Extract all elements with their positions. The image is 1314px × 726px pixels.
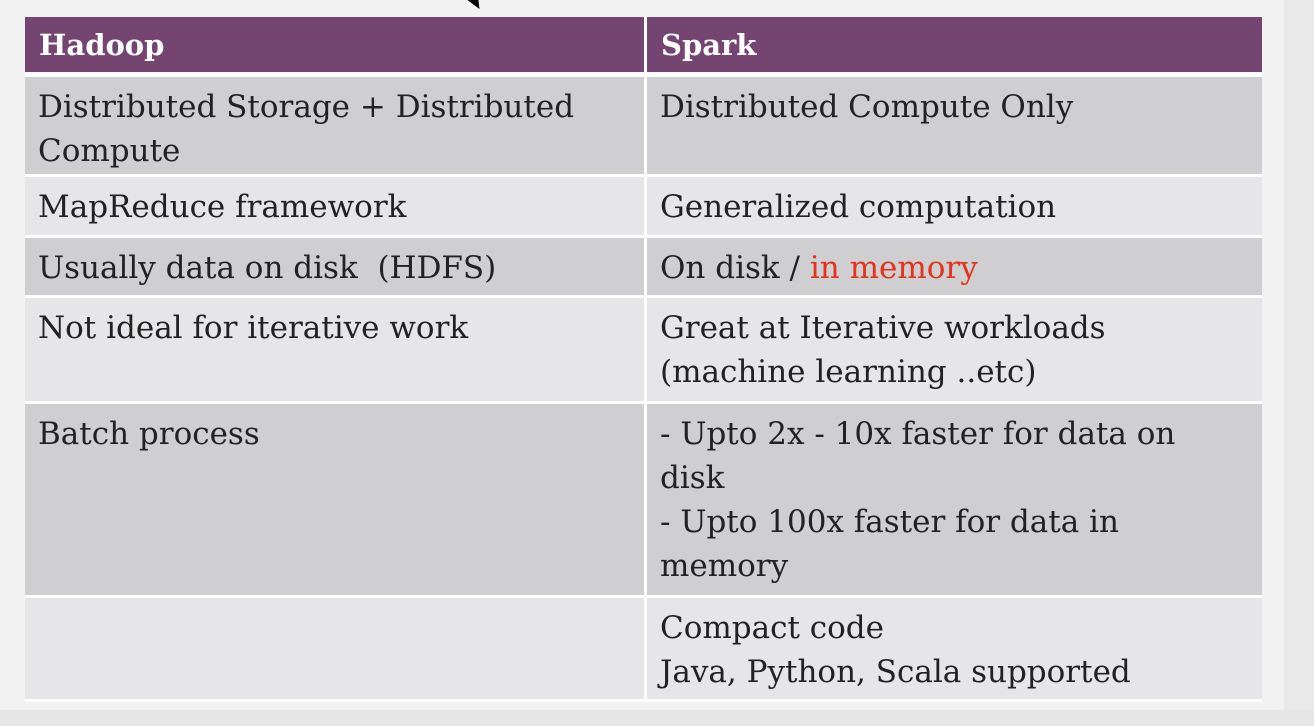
table-row: Distributed Storage + Distributed Comput… <box>25 77 1262 177</box>
table-row: MapReduce framework Generalized computat… <box>25 177 1262 238</box>
spark-cell: Distributed Compute Only <box>644 77 1262 177</box>
hadoop-cell <box>25 598 644 702</box>
hadoop-cell: Usually data on disk (HDFS) <box>25 238 644 298</box>
spark-cell: - Upto 2x - 10x faster for data on disk … <box>644 404 1262 598</box>
comparison-table: Hadoop Spark Distributed Storage + Distr… <box>25 17 1262 702</box>
table-row: Usually data on disk (HDFS) On disk / in… <box>25 238 1262 298</box>
cell-text: Java, Python, Scala supported <box>660 654 1131 690</box>
table-header-row: Hadoop Spark <box>25 17 1262 77</box>
cell-text: memory <box>660 548 789 584</box>
cell-text: Batch process <box>38 416 260 452</box>
cell-text: Distributed Storage + Distributed <box>38 89 575 125</box>
header-spark: Spark <box>644 17 1262 77</box>
hadoop-cell: Batch process <box>25 404 644 598</box>
hadoop-cell: MapReduce framework <box>25 177 644 238</box>
spark-cell: Compact code Java, Python, Scala support… <box>644 598 1262 702</box>
cell-text-prefix: On disk / <box>660 250 810 286</box>
window-edge <box>1284 0 1314 726</box>
cell-text: - Upto 100x faster for data in <box>660 504 1119 540</box>
cell-text: - Upto 2x - 10x faster for data on <box>660 416 1176 452</box>
hadoop-cell: Not ideal for iterative work <box>25 298 644 404</box>
hadoop-cell: Distributed Storage + Distributed Comput… <box>25 77 644 177</box>
cell-text: Distributed Compute Only <box>660 89 1074 125</box>
cell-text: (machine learning ..etc) <box>660 354 1037 390</box>
cell-text: Compact code <box>660 610 884 646</box>
cell-text: Not ideal for iterative work <box>38 310 469 346</box>
window-bottom-edge <box>0 710 1314 726</box>
spark-cell: On disk / in memory <box>644 238 1262 298</box>
spark-cell: Great at Iterative workloads (machine le… <box>644 298 1262 404</box>
highlighted-text: in memory <box>809 250 978 286</box>
cell-text: Great at Iterative workloads <box>660 310 1106 346</box>
cell-text: disk <box>660 460 725 496</box>
spark-cell: Generalized computation <box>644 177 1262 238</box>
cell-text: Usually data on disk (HDFS) <box>38 250 497 286</box>
cell-text: MapReduce framework <box>38 189 407 225</box>
cell-text: Generalized computation <box>660 189 1057 225</box>
table-row: Compact code Java, Python, Scala support… <box>25 598 1262 702</box>
cell-text: Compute <box>38 133 181 169</box>
cell-text: On disk / in memory <box>660 246 1252 290</box>
table-row: Batch process - Upto 2x - 10x faster for… <box>25 404 1262 598</box>
header-hadoop: Hadoop <box>25 17 644 77</box>
table-row: Not ideal for iterative work Great at It… <box>25 298 1262 404</box>
